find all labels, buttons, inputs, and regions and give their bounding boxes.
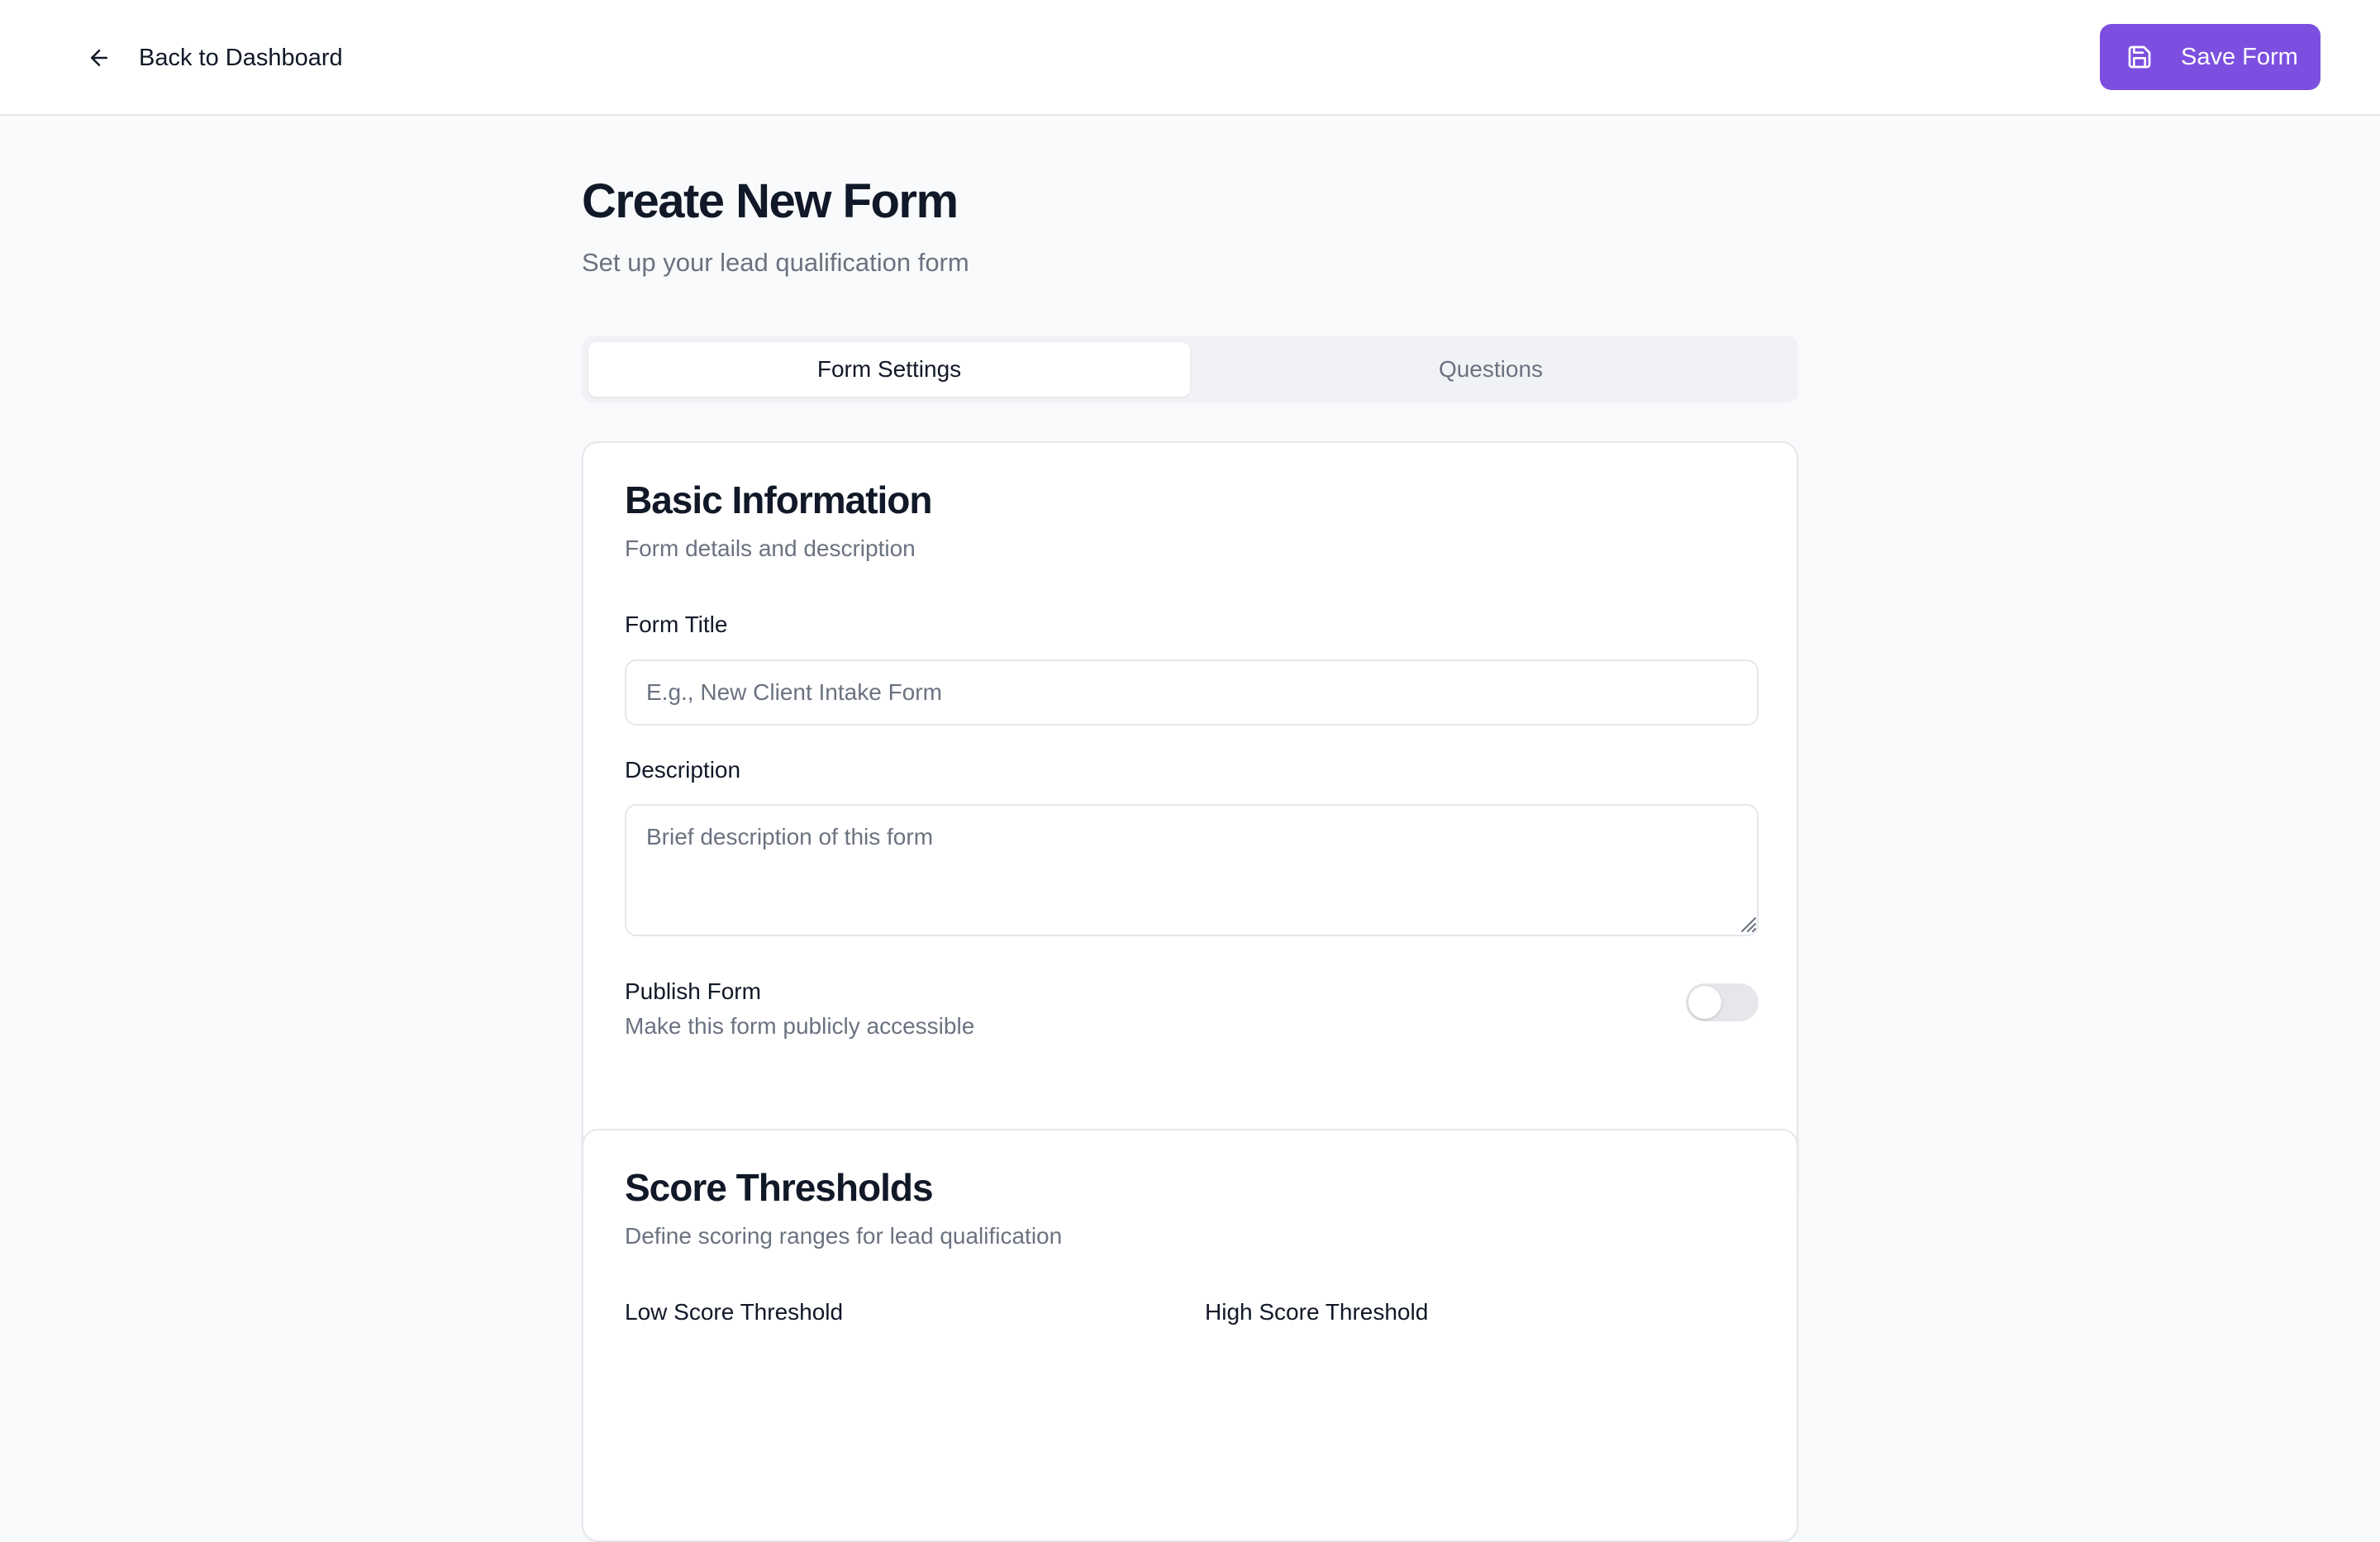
score-thresholds-subtitle: Define scoring ranges for lead qualifica… (625, 1223, 1063, 1249)
publish-form-toggle[interactable] (1686, 983, 1759, 1021)
form-title-input[interactable] (625, 659, 1759, 726)
high-score-threshold-label: High Score Threshold (1205, 1299, 1429, 1325)
publish-form-help: Make this form publicly accessible (625, 1013, 975, 1039)
arrow-left-icon (83, 41, 116, 74)
score-thresholds-title: Score Thresholds (625, 1166, 934, 1209)
back-to-dashboard-link[interactable]: Back to Dashboard (83, 33, 343, 83)
form-title-label: Form Title (625, 612, 728, 637)
resize-grip-icon[interactable] (1737, 913, 1757, 933)
save-form-label: Save Form (2181, 43, 2298, 70)
page-subtitle: Set up your lead qualification form (582, 248, 969, 277)
publish-form-label: Publish Form (625, 978, 761, 1004)
basic-information-subtitle: Form details and description (625, 535, 916, 561)
top-bar: Back to Dashboard Save Form (0, 0, 2380, 116)
tab-bar: Form Settings Questions (582, 336, 1798, 403)
save-form-button[interactable]: Save Form (2100, 24, 2320, 90)
description-textarea[interactable] (625, 804, 1759, 936)
tab-questions[interactable]: Questions (1190, 342, 1792, 397)
back-link-label: Back to Dashboard (139, 44, 343, 71)
low-score-threshold-label: Low Score Threshold (625, 1299, 844, 1325)
basic-information-card: Basic Information Form details and descr… (582, 441, 1798, 1205)
description-label: Description (625, 757, 741, 783)
toggle-knob (1688, 986, 1721, 1019)
score-thresholds-card: Score Thresholds Define scoring ranges f… (582, 1129, 1798, 1542)
save-icon (2125, 42, 2154, 72)
basic-information-title: Basic Information (625, 478, 933, 521)
tab-form-settings[interactable]: Form Settings (588, 342, 1190, 397)
page-title: Create New Form (582, 174, 959, 228)
